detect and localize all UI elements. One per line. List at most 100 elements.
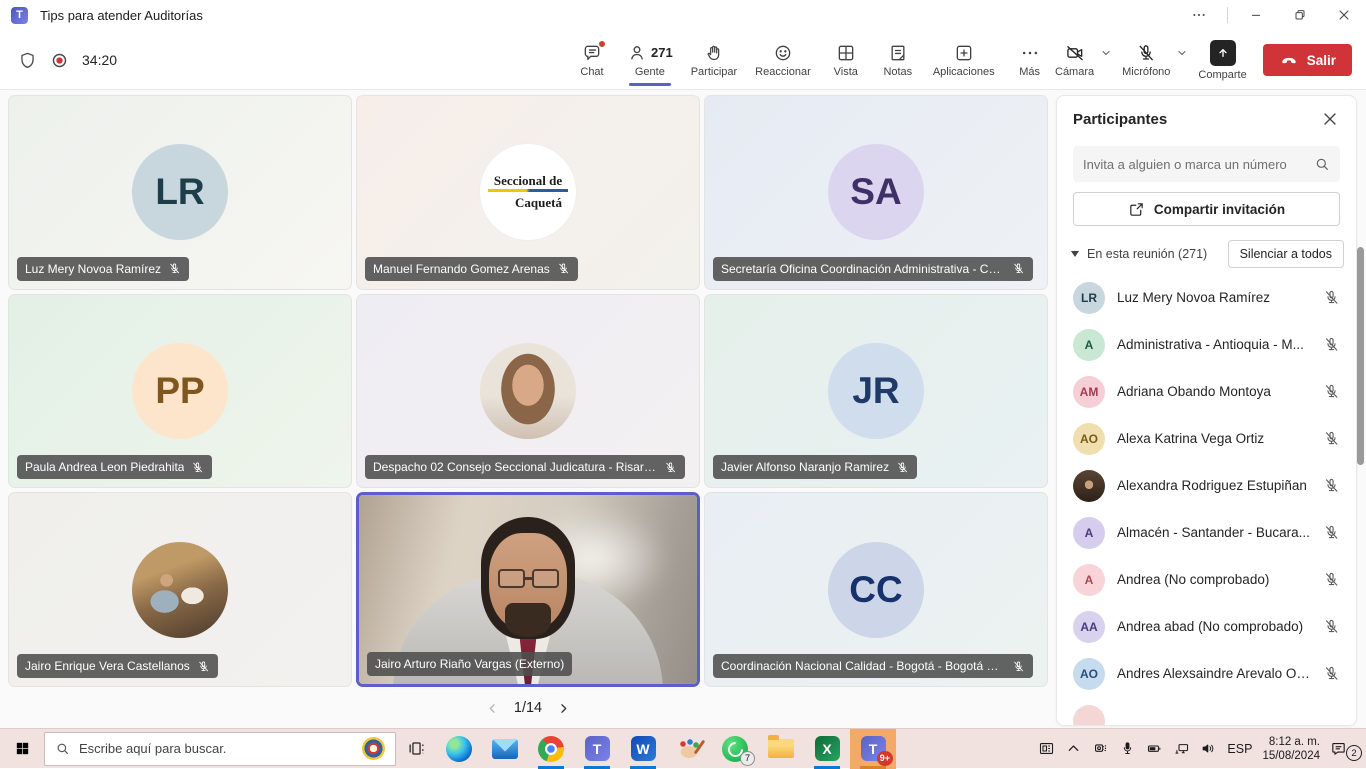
language-indicator[interactable]: ESP (1227, 742, 1252, 756)
participant-name: Paula Andrea Leon Piedrahita (25, 460, 184, 474)
avatar: SA (828, 144, 924, 240)
video-tile[interactable]: Seccional de Caquetá Manuel Fernando Gom… (356, 95, 700, 290)
taskbar-app-whatsapp[interactable]: 7 (712, 729, 758, 769)
video-tile[interactable]: SA Secretaría Oficina Coordinación Admin… (704, 95, 1048, 290)
microphone-chevron-icon[interactable] (1176, 47, 1188, 59)
avatar: AO (1073, 658, 1105, 690)
toolbar-tab-reaccionar[interactable]: Reaccionar (746, 30, 820, 90)
clock[interactable]: 8:12 a. m. 15/08/2024 (1262, 735, 1320, 763)
participant-row[interactable]: AA Andrea abad (No comprobado) (1057, 603, 1356, 650)
video-tile[interactable]: CC Coordinación Nacional Calidad - Bogot… (704, 492, 1048, 687)
share-invitation-button[interactable]: Compartir invitación (1073, 192, 1340, 226)
network-icon[interactable] (1173, 740, 1190, 757)
tile-name-label: Coordinación Nacional Calidad - Bogotá -… (713, 654, 1033, 678)
invite-search-input[interactable] (1083, 157, 1314, 172)
app-icon (492, 739, 518, 759)
tab-icon (1020, 43, 1040, 63)
minimize-button[interactable] (1234, 0, 1278, 30)
toolbar-tab-participar[interactable]: Participar (682, 30, 746, 90)
volume-icon[interactable] (1200, 740, 1217, 757)
tray-mic-icon[interactable] (1119, 740, 1136, 757)
participant-name: Administrativa - Antioquia - M... (1117, 337, 1311, 352)
participant-name: Jairo Enrique Vera Castellanos (25, 659, 190, 673)
invite-search[interactable] (1073, 146, 1340, 182)
window-titlebar: T Tips para atender Auditorías (0, 0, 1366, 30)
taskbar-app-teams-active[interactable]: T 9+ (850, 729, 896, 769)
tray-camera-icon[interactable] (1092, 740, 1109, 757)
participant-name: Andrea abad (No comprobado) (1117, 619, 1311, 634)
taskbar-app-edge[interactable] (436, 729, 482, 769)
video-tile[interactable]: Despacho 02 Consejo Seccional Judicatura… (356, 294, 700, 489)
video-tile[interactable]: JR Javier Alfonso Naranjo Ramirez (704, 294, 1048, 489)
participant-row[interactable]: AO Alexa Katrina Vega Ortiz (1057, 415, 1356, 462)
video-tile[interactable]: Jairo Enrique Vera Castellanos (8, 492, 352, 687)
window-more-icon[interactable] (1177, 0, 1221, 30)
mute-all-button[interactable]: Silenciar a todos (1228, 240, 1344, 268)
battery-icon[interactable] (1146, 740, 1163, 757)
participant-row[interactable]: AO Andres Alexsaindre Arevalo Os... (1057, 650, 1356, 697)
start-button[interactable] (0, 729, 44, 769)
taskbar-app-excel[interactable]: X (804, 729, 850, 769)
taskbar-app-paint[interactable] (666, 729, 712, 769)
page-next-icon[interactable] (556, 701, 571, 716)
app-icon (446, 736, 472, 762)
camera-button[interactable]: Cámara (1055, 43, 1094, 78)
tile-name-label: Despacho 02 Consejo Seccional Judicatura… (365, 455, 685, 479)
taskbar-app-word[interactable]: W (620, 729, 666, 769)
microphone-button[interactable]: Micrófono (1122, 43, 1170, 78)
recording-icon (50, 51, 69, 70)
mic-off-icon (1323, 665, 1340, 682)
share-button[interactable]: Comparte (1198, 40, 1246, 81)
toolbar-tab-vista[interactable]: Vista (820, 30, 872, 90)
page-prev-icon[interactable] (485, 701, 500, 716)
participant-row[interactable]: AM Adriana Obando Montoya (1057, 368, 1356, 415)
video-tile[interactable]: Jairo Arturo Riaño Vargas (Externo) (356, 492, 700, 687)
tab-icon (954, 43, 974, 63)
profile-photo (132, 542, 228, 638)
taskbar-app-chrome[interactable] (528, 729, 574, 769)
participant-row[interactable]: A Andrea (No comprobado) (1057, 556, 1356, 603)
taskbar-search[interactable] (44, 732, 396, 766)
avatar: PP (132, 343, 228, 439)
participant-name: Andres Alexsaindre Arevalo Os... (1117, 666, 1311, 681)
taskbar-search-input[interactable] (79, 741, 353, 756)
participant-row[interactable]: LR Luz Mery Novoa Ramírez (1057, 274, 1356, 321)
participant-name: Alexa Katrina Vega Ortiz (1117, 431, 1311, 446)
participant-row[interactable]: Alexandra Rodriguez Estupiñan (1057, 462, 1356, 509)
tab-icon (704, 43, 724, 63)
toolbar-tab-gente[interactable]: 271 Gente (618, 30, 682, 90)
notification-center-button[interactable]: 2 (1330, 740, 1360, 757)
camera-chevron-icon[interactable] (1100, 47, 1112, 59)
leave-button[interactable]: Salir (1263, 44, 1352, 76)
panel-close-icon[interactable] (1320, 109, 1340, 129)
restore-button[interactable] (1278, 0, 1322, 30)
app-icon: T (585, 736, 610, 761)
toolbar-tab-notas[interactable]: Notas (872, 30, 924, 90)
toolbar-tab-chat[interactable]: Chat (566, 30, 618, 90)
taskbar-app-explorer[interactable] (758, 729, 804, 769)
toolbar-tab-mas[interactable]: Más (1004, 30, 1056, 90)
widgets-icon[interactable] (1038, 740, 1055, 757)
running-indicator (584, 766, 610, 769)
video-tile[interactable]: PP Paula Andrea Leon Piedrahita (8, 294, 352, 489)
taskbar-app-mail[interactable] (482, 729, 528, 769)
participant-row[interactable] (1057, 697, 1356, 726)
section-caret-icon[interactable] (1071, 251, 1079, 257)
participant-row[interactable]: A Almacén - Santander - Bucara... (1057, 509, 1356, 556)
participant-name: Andrea (No comprobado) (1117, 572, 1311, 587)
panel-scrollbar[interactable] (1357, 247, 1364, 465)
participant-row[interactable]: A Administrativa - Antioquia - M... (1057, 321, 1356, 368)
close-button[interactable] (1322, 0, 1366, 30)
tile-name-label: Paula Andrea Leon Piedrahita (17, 455, 212, 479)
section-label: En esta reunión (271) (1087, 247, 1228, 261)
camera-off-icon (1065, 43, 1085, 63)
tab-icon (836, 43, 856, 63)
taskbar-app-teams[interactable]: T (574, 729, 620, 769)
task-view-button[interactable] (396, 729, 436, 769)
avatar: A (1073, 564, 1105, 596)
tab-label: Aplicaciones (933, 66, 995, 78)
taskbar: T W 7 X T 9+ ESP 8:12 a. m. (0, 728, 1366, 768)
toolbar-tab-aplicaciones[interactable]: Aplicaciones (924, 30, 1004, 90)
tray-expand-icon[interactable] (1065, 740, 1082, 757)
video-tile[interactable]: LR Luz Mery Novoa Ramírez (8, 95, 352, 290)
